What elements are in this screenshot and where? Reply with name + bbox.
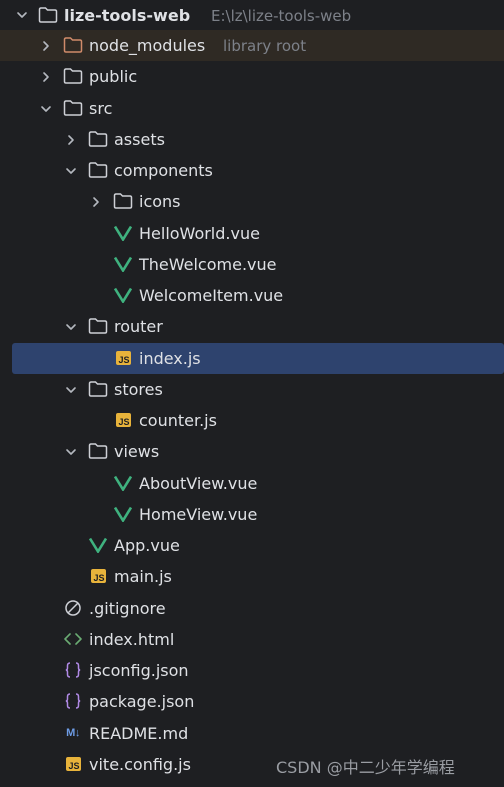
vue-icon [113, 223, 133, 243]
tree-row[interactable]: TheWelcome.vue [0, 249, 504, 280]
project-tree: lize-tools-web E:\lz\lize-tools-web node… [0, 0, 504, 787]
folder-icon [38, 5, 58, 25]
tree-row[interactable]: node_modules library root [0, 30, 504, 61]
chevron-down-icon[interactable] [63, 444, 79, 460]
tree-row[interactable]: JS main.js [0, 561, 504, 592]
chevron-down-icon[interactable] [14, 7, 30, 23]
tree-row-label: views [114, 442, 160, 461]
tree-row[interactable]: JS index.js [12, 343, 504, 374]
tree-row-label: icons [139, 192, 181, 211]
tree-row-label: .gitignore [89, 599, 166, 618]
tree-row[interactable]: JS counter.js [0, 405, 504, 436]
vue-icon [113, 254, 133, 274]
html-icon [63, 629, 83, 649]
tree-row[interactable]: HelloWorld.vue [0, 218, 504, 249]
vue-icon [88, 535, 108, 555]
tree-row-label: src [89, 99, 113, 118]
tree-row[interactable]: views [0, 436, 504, 467]
chevron-down-icon[interactable] [63, 382, 79, 398]
tree-row-label: HelloWorld.vue [139, 224, 260, 243]
chevron-right-icon[interactable] [88, 194, 104, 210]
markdown-icon: M↓ [66, 727, 80, 739]
folder-icon [88, 160, 108, 180]
tree-row-label: jsconfig.json [89, 661, 189, 680]
tree-row-label: AboutView.vue [139, 474, 258, 493]
js-icon: JS [63, 754, 83, 774]
tree-row[interactable]: assets [0, 124, 504, 155]
js-icon: JS [113, 410, 133, 430]
tree-row[interactable]: stores [0, 374, 504, 405]
folder-icon [113, 191, 133, 211]
tree-row-label: TheWelcome.vue [139, 255, 277, 274]
chevron-down-icon[interactable] [63, 319, 79, 335]
folder-icon [88, 441, 108, 461]
watermark: CSDN @中二少年学编程 [276, 758, 455, 777]
folder-icon [88, 129, 108, 149]
js-icon: JS [88, 566, 108, 586]
chevron-right-icon[interactable] [38, 38, 54, 54]
tree-row-label: assets [114, 130, 165, 149]
tree-row[interactable]: App.vue [0, 530, 504, 561]
js-icon: JS [113, 348, 133, 368]
tree-row-label: router [114, 317, 163, 336]
tree-row-label: WelcomeItem.vue [139, 286, 284, 305]
tree-row[interactable]: components [0, 155, 504, 186]
tree-row[interactable]: src [0, 93, 504, 124]
tree-row-label: package.json [89, 692, 195, 711]
folder-icon [88, 379, 108, 399]
tree-row[interactable]: icons [0, 186, 504, 217]
tree-row-label: vite.config.js [89, 755, 191, 774]
tree-row-label: index.html [89, 630, 175, 649]
chevron-right-icon[interactable] [38, 69, 54, 85]
tree-row-label: App.vue [114, 536, 180, 555]
gitignore-icon [63, 598, 83, 618]
chevron-down-icon[interactable] [63, 163, 79, 179]
tree-row[interactable]: WelcomeItem.vue [0, 280, 504, 311]
tree-row[interactable]: package.json [0, 686, 504, 717]
tree-row-project-root[interactable]: lize-tools-web E:\lz\lize-tools-web [0, 0, 504, 31]
tree-row[interactable]: AboutView.vue [0, 468, 504, 499]
vue-icon [113, 473, 133, 493]
json-icon [63, 691, 83, 711]
vue-icon [113, 504, 133, 524]
folder-icon [63, 66, 83, 86]
tree-row-label: main.js [114, 567, 172, 586]
chevron-down-icon[interactable] [38, 101, 54, 117]
tree-row-label: stores [114, 380, 163, 399]
json-icon [63, 660, 83, 680]
tree-row[interactable]: public [0, 61, 504, 92]
tree-row[interactable]: index.html [0, 624, 504, 655]
tree-row[interactable]: .gitignore [0, 593, 504, 624]
chevron-right-icon[interactable] [63, 132, 79, 148]
tree-row[interactable]: jsconfig.json [0, 655, 504, 686]
folder-icon [63, 35, 83, 55]
vue-icon [113, 285, 133, 305]
tree-row-label: node_modules [89, 36, 206, 55]
project-name: lize-tools-web [64, 6, 191, 25]
project-path: E:\lz\lize-tools-web [211, 6, 352, 25]
tree-row-label: HomeView.vue [139, 505, 258, 524]
tree-row-label: counter.js [139, 411, 217, 430]
tree-row-label: index.js [139, 349, 201, 368]
library-root-hint: library root [223, 36, 307, 55]
tree-row-label: components [114, 161, 213, 180]
tree-row[interactable]: router [0, 311, 504, 342]
folder-icon [63, 98, 83, 118]
tree-row[interactable]: HomeView.vue [0, 499, 504, 530]
tree-row-label: public [89, 67, 138, 86]
folder-icon [88, 316, 108, 336]
tree-row[interactable]: M↓ README.md [0, 718, 504, 749]
tree-row-label: README.md [89, 724, 189, 743]
